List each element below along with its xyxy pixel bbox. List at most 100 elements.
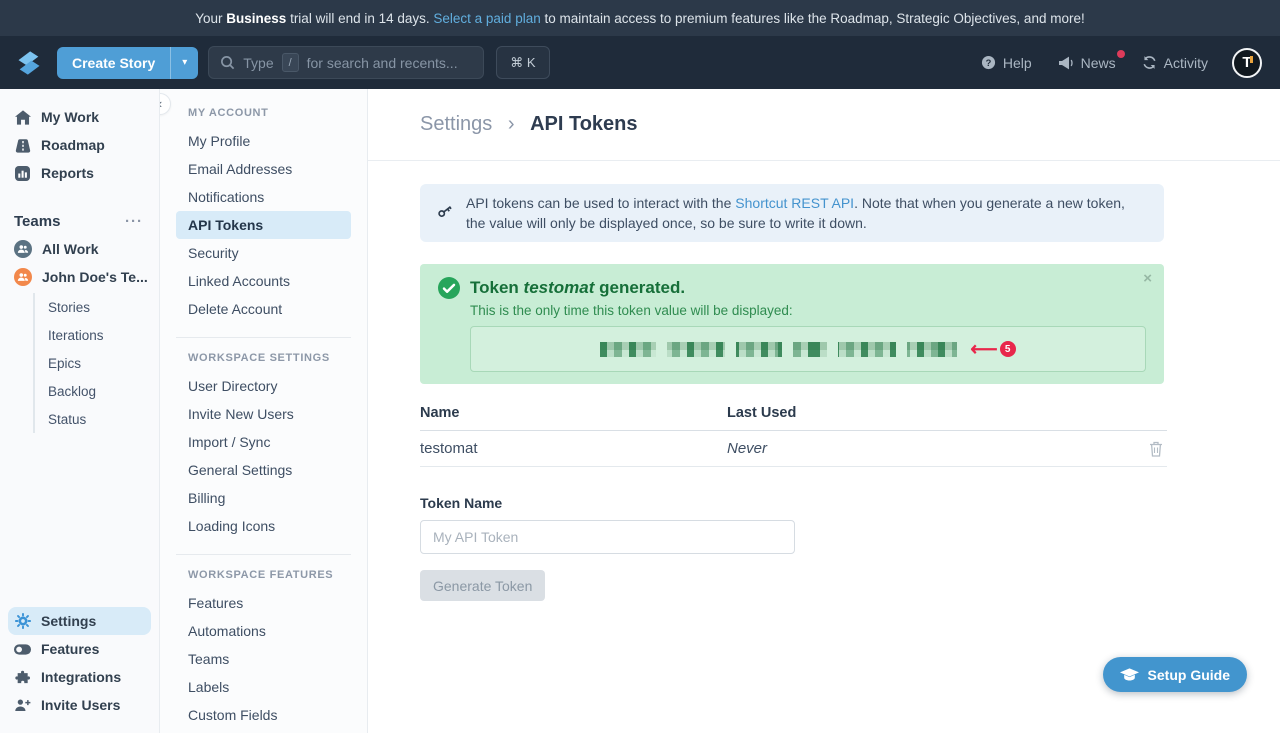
sidebar-item-stories[interactable]: Stories [48, 293, 159, 321]
puzzle-icon [14, 670, 31, 685]
sidebar-item-settings[interactable]: Settings [8, 607, 151, 635]
search-icon [220, 55, 235, 70]
avatar-letter: T [1242, 54, 1251, 71]
toggle-icon [14, 644, 31, 655]
setup-guide-button[interactable]: Setup Guide [1103, 657, 1247, 692]
sidebar-item-label: John Doe's Te... [42, 269, 148, 285]
collapse-sidebar-button[interactable]: ‹ [160, 93, 171, 115]
sidebar-item-features[interactable]: Features [8, 635, 151, 663]
teams-menu-icon[interactable]: ··· [125, 213, 143, 230]
person-plus-icon [14, 698, 31, 712]
close-icon[interactable]: × [1143, 270, 1152, 287]
token-name-input[interactable] [420, 520, 795, 554]
breadcrumb: Settings › API Tokens [420, 113, 638, 136]
team-avatar [14, 268, 32, 286]
subnav-item-features[interactable]: Features [176, 589, 351, 617]
banner-text: to maintain access to premium features l… [541, 11, 1085, 26]
section-title-workspace-settings: WORKSPACE SETTINGS [188, 352, 351, 364]
select-paid-plan-link[interactable]: Select a paid plan [433, 11, 540, 26]
subnav-item-loading-icons[interactable]: Loading Icons [176, 512, 351, 540]
delete-token-button[interactable] [1149, 441, 1167, 457]
create-story-caret-icon[interactable]: ▾ [170, 47, 198, 79]
teams-label: Teams [14, 213, 60, 230]
sidebar-item-backlog[interactable]: Backlog [48, 377, 159, 405]
sidebar-item-team-john-doe[interactable]: John Doe's Te... [8, 263, 151, 291]
subnav-item-custom-fields[interactable]: Custom Fields [176, 701, 351, 729]
search-placeholder-type: Type [243, 55, 273, 71]
success-subtitle: This is the only time this token value w… [470, 303, 1146, 318]
sidebar-item-all-work[interactable]: All Work [8, 235, 151, 263]
banner-text: Your [195, 11, 226, 26]
page: Your Business trial will end in 14 days.… [0, 0, 1280, 733]
keyboard-shortcut-badge[interactable]: ⌘ K [496, 46, 549, 79]
sidebar-item-reports[interactable]: Reports [8, 159, 151, 187]
setup-guide-label[interactable]: Setup Guide [1148, 667, 1230, 683]
slash-key-icon: / [282, 53, 299, 72]
road-icon [14, 138, 31, 153]
graduation-cap-icon [1120, 668, 1139, 682]
activity-label[interactable]: Activity [1164, 55, 1208, 71]
sidebar-item-integrations[interactable]: Integrations [8, 663, 151, 691]
shortcut-rest-api-link[interactable]: Shortcut REST API [735, 195, 854, 211]
subnav-item-api-tokens[interactable]: API Tokens [176, 211, 351, 239]
subnav-item-labels[interactable]: Labels [176, 673, 351, 701]
create-story-button[interactable]: Create Story ▾ [57, 47, 198, 79]
megaphone-icon [1058, 56, 1074, 70]
subnav-item-email-addresses[interactable]: Email Addresses [176, 155, 351, 183]
help-label[interactable]: Help [1003, 55, 1032, 71]
annotation-marker: ⟵ 5 [970, 340, 1015, 359]
search-input[interactable]: Type / for search and recents... [208, 46, 484, 79]
sidebar-item-iterations[interactable]: Iterations [48, 321, 159, 349]
gear-icon [14, 613, 31, 629]
sidebar-item-invite-users[interactable]: Invite Users [8, 691, 151, 719]
sidebar-item-my-work[interactable]: My Work [8, 103, 151, 131]
create-story-label[interactable]: Create Story [57, 47, 170, 79]
user-avatar[interactable]: T [1232, 48, 1262, 78]
sidebar-item-label: My Work [41, 109, 99, 125]
shortcut-logo-icon[interactable] [14, 48, 44, 78]
annotation-badge: 5 [1000, 341, 1016, 357]
sidebar-item-label: Integrations [41, 669, 121, 685]
subnav-item-invite-new-users[interactable]: Invite New Users [176, 400, 351, 428]
tokens-table: Name Last Used testomat Never [420, 405, 1167, 467]
help-button[interactable]: ? Help [981, 55, 1032, 71]
subnav-item-teams[interactable]: Teams [176, 645, 351, 673]
left-arrow-icon: ⟵ [970, 340, 997, 359]
subnav-item-automations[interactable]: Automations [176, 617, 351, 645]
subnav-item-billing[interactable]: Billing [176, 484, 351, 512]
subnav-item-general-settings[interactable]: General Settings [176, 456, 351, 484]
subnav-item-my-profile[interactable]: My Profile [176, 127, 351, 155]
news-label[interactable]: News [1081, 55, 1116, 71]
sidebar-item-status[interactable]: Status [48, 405, 159, 433]
subnav-item-notifications[interactable]: Notifications [176, 183, 351, 211]
token-name: testomat [524, 278, 595, 297]
all-work-avatar [14, 240, 32, 258]
redacted-token-segment [907, 342, 957, 357]
generate-token-button[interactable]: Generate Token [420, 570, 545, 601]
sidebar-item-label: Reports [41, 165, 94, 181]
subnav-item-import-sync[interactable]: Import / Sync [176, 428, 351, 456]
redacted-token-segment [667, 342, 725, 357]
sidebar-item-label: All Work [42, 241, 99, 257]
column-header-last-used: Last Used [727, 405, 796, 421]
left-sidebar: My Work Roadmap Reports Teams ··· [0, 89, 160, 733]
subnav-item-security[interactable]: Security [176, 239, 351, 267]
info-text: API tokens can be used to interact with … [466, 195, 735, 211]
divider [176, 337, 351, 338]
redacted-token-segment [838, 342, 896, 357]
subnav-item-delete-account[interactable]: Delete Account [176, 295, 351, 323]
token-row-last-used: Never [727, 440, 767, 457]
redacted-token-segment [736, 342, 782, 357]
sidebar-item-roadmap[interactable]: Roadmap [8, 131, 151, 159]
sidebar-item-epics[interactable]: Epics [48, 349, 159, 377]
breadcrumb-settings[interactable]: Settings [420, 113, 492, 135]
redacted-token-segment [793, 342, 827, 357]
news-button[interactable]: News [1058, 55, 1116, 71]
subnav-item-user-directory[interactable]: User Directory [176, 372, 351, 400]
redacted-token-segment [600, 342, 656, 357]
subnav-item-linked-accounts[interactable]: Linked Accounts [176, 267, 351, 295]
activity-button[interactable]: Activity [1142, 55, 1208, 71]
banner-text: trial will end in 14 days. [286, 11, 433, 26]
divider [176, 554, 351, 555]
token-generated-alert: × Token testomat generated. This is the … [420, 264, 1164, 384]
